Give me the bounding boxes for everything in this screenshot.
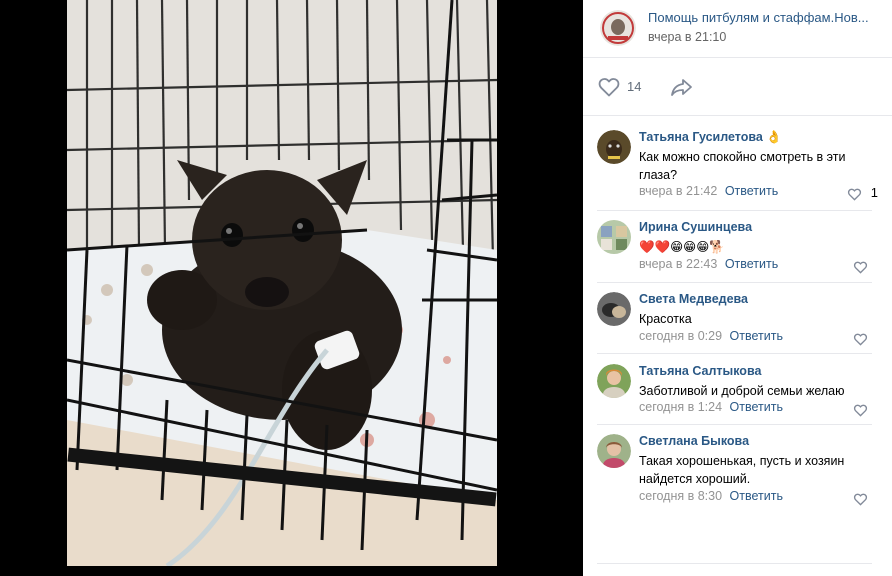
comment-meta: вчера в 22:43 Ответить — [639, 257, 778, 271]
commenter-name[interactable]: Татьяна Гусилетова 👌 — [639, 130, 782, 145]
heart-outline-icon — [598, 78, 620, 97]
commenter-avatar[interactable] — [597, 220, 631, 254]
comment-time[interactable]: вчера в 22:43 — [639, 257, 717, 271]
comment-text: Такая хорошенькая, пусть и хозяин найдет… — [639, 454, 845, 486]
post-sidebar: Помощь питбулям и стаффам.Нов... вчера в… — [583, 0, 892, 576]
comment-text: Заботливой и доброй семьи желаю — [639, 384, 845, 398]
comment-time[interactable]: сегодня в 1:24 — [639, 400, 722, 414]
reply-link[interactable]: Ответить — [725, 184, 778, 198]
comment-text: ❤️❤️😁😁😁🐕 — [639, 240, 725, 254]
like-count: 14 — [627, 79, 642, 94]
heart-outline-icon — [847, 188, 862, 201]
divider — [597, 282, 872, 283]
comment-like-count: 1 — [870, 185, 878, 200]
commenter-name[interactable]: Света Медведева — [639, 292, 748, 306]
comment-item: Ирина Сушинцева ❤️❤️😁😁😁🐕 вчера в 22:43 О… — [597, 220, 872, 274]
comment-like-button[interactable]: 1 — [842, 185, 878, 203]
reply-link[interactable]: Ответить — [730, 329, 783, 343]
comment-time[interactable]: сегодня в 8:30 — [639, 489, 722, 503]
comment-item: Света Медведева Красотка сегодня в 0:29 … — [597, 292, 872, 346]
comment-item: Татьяна Салтыкова Заботливой и доброй се… — [597, 364, 872, 419]
heart-outline-icon — [853, 261, 868, 274]
post-time[interactable]: вчера в 21:10 — [648, 30, 726, 44]
photo-viewer — [0, 0, 583, 576]
comment-text: Как можно спокойно смотреть в эти глаза? — [639, 150, 846, 182]
heart-outline-icon — [853, 333, 868, 346]
comment-time[interactable]: вчера в 21:42 — [639, 184, 717, 198]
reply-link[interactable]: Ответить — [730, 400, 783, 414]
commenter-name[interactable]: Светлана Быкова — [639, 434, 749, 448]
commenter-avatar[interactable] — [597, 434, 631, 468]
reply-link[interactable]: Ответить — [730, 489, 783, 503]
heart-outline-icon — [853, 404, 868, 417]
commenter-avatar[interactable] — [597, 364, 631, 398]
share-arrow-icon — [671, 79, 692, 96]
comment-item: Светлана Быкова Такая хорошенькая, пусть… — [597, 434, 872, 506]
comment-meta: вчера в 21:42 Ответить — [639, 184, 778, 198]
post-photo[interactable] — [67, 0, 497, 566]
comment-meta: сегодня в 1:24 Ответить — [639, 400, 783, 414]
post-actions: 14 — [583, 58, 892, 116]
divider — [597, 563, 872, 564]
divider — [597, 424, 872, 425]
commenter-avatar[interactable] — [597, 292, 631, 326]
comment-item: Татьяна Гусилетова 👌 Как можно спокойно … — [597, 130, 878, 203]
community-avatar[interactable] — [600, 10, 636, 46]
comment-like-button[interactable] — [842, 490, 872, 508]
comment-like-button[interactable] — [842, 330, 872, 348]
comment-time[interactable]: сегодня в 0:29 — [639, 329, 722, 343]
post-author-block: Помощь питбулям и стаффам.Нов... вчера в… — [583, 0, 892, 58]
like-button[interactable]: 14 — [597, 75, 667, 99]
reply-link[interactable]: Ответить — [725, 257, 778, 271]
comment-like-button[interactable] — [842, 401, 872, 419]
comment-text: Красотка — [639, 312, 692, 326]
commenter-avatar[interactable] — [597, 130, 631, 164]
share-button[interactable] — [669, 75, 695, 99]
divider — [597, 210, 872, 211]
heart-outline-icon — [853, 493, 868, 506]
comment-like-button[interactable] — [842, 258, 872, 276]
divider — [597, 353, 872, 354]
comment-meta: сегодня в 0:29 Ответить — [639, 329, 783, 343]
community-name[interactable]: Помощь питбулям и стаффам.Нов... — [648, 10, 884, 25]
commenter-name[interactable]: Ирина Сушинцева — [639, 220, 752, 234]
commenter-name[interactable]: Татьяна Салтыкова — [639, 364, 761, 378]
comment-meta: сегодня в 8:30 Ответить — [639, 489, 783, 503]
